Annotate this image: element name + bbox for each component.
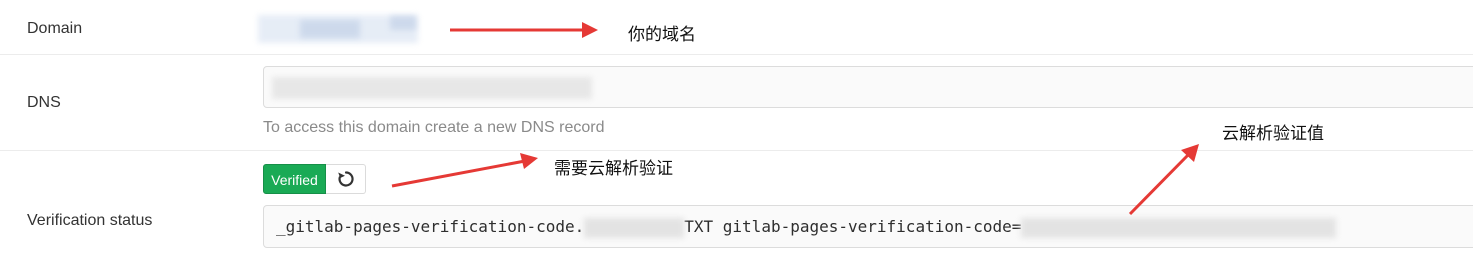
verification-label: Verification status (27, 212, 153, 229)
dns-help-text: To access this domain create a new DNS r… (263, 119, 605, 136)
domain-row: Domain (0, 0, 1473, 55)
domain-label: Domain (27, 20, 83, 37)
retry-verification-button[interactable] (326, 164, 366, 194)
dns-record-field[interactable] (263, 66, 1473, 108)
need-verify-annotation: 需要云解析验证 (554, 159, 673, 179)
verification-code-prefix: _gitlab-pages-verification-code. (276, 217, 585, 236)
verification-value-redacted (1021, 217, 1337, 238)
verify-value-annotation: 云解析验证值 (1222, 124, 1324, 144)
retry-icon (337, 171, 354, 187)
domain-annotation: 你的域名 (628, 25, 696, 45)
verification-txt-record: TXT gitlab-pages-verification-code= (684, 217, 1022, 236)
verified-badge: Verified (263, 164, 326, 194)
dns-record-redacted (272, 77, 592, 99)
verification-domain-redacted (584, 217, 685, 238)
verification-code-field[interactable]: _gitlab-pages-verification-code. TXT gitl… (263, 205, 1473, 248)
dns-label: DNS (27, 94, 61, 111)
